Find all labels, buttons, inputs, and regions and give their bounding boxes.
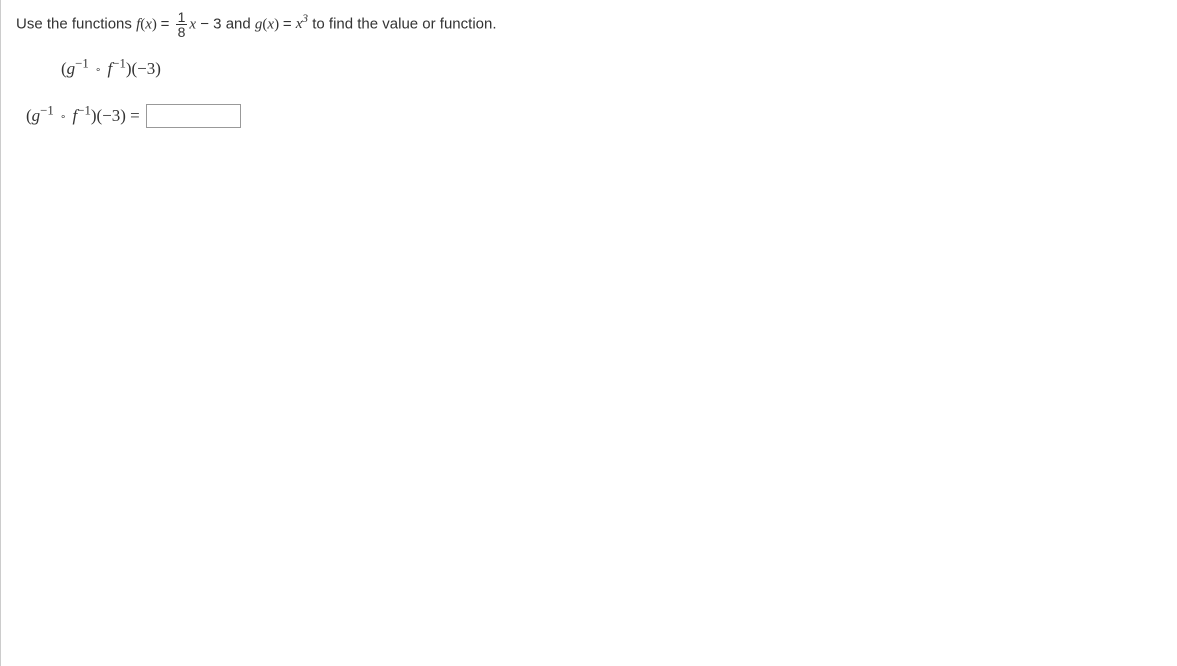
answer-expression: (g−1 ∘ f−1)(−3) = xyxy=(26,106,140,126)
prompt-text-2: to find the value or function. xyxy=(312,15,496,32)
fraction-one-eighth: 1 8 xyxy=(176,10,188,39)
question-prompt: Use the functions f(x) = 1 8 x − 3 and g… xyxy=(16,10,1162,39)
composition-expression: (g−1 ∘ f−1)(−3) xyxy=(61,59,1162,79)
answer-line: (g−1 ∘ f−1)(−3) = xyxy=(26,104,1162,128)
prompt-text-1: Use the functions xyxy=(16,15,136,32)
function-g: g(x) xyxy=(255,16,283,32)
circle-icon: ∘ xyxy=(58,112,68,123)
and-text: and xyxy=(226,15,255,32)
answer-input[interactable] xyxy=(146,104,241,128)
circle-icon: ∘ xyxy=(93,65,103,76)
function-f: f(x) xyxy=(136,16,161,32)
